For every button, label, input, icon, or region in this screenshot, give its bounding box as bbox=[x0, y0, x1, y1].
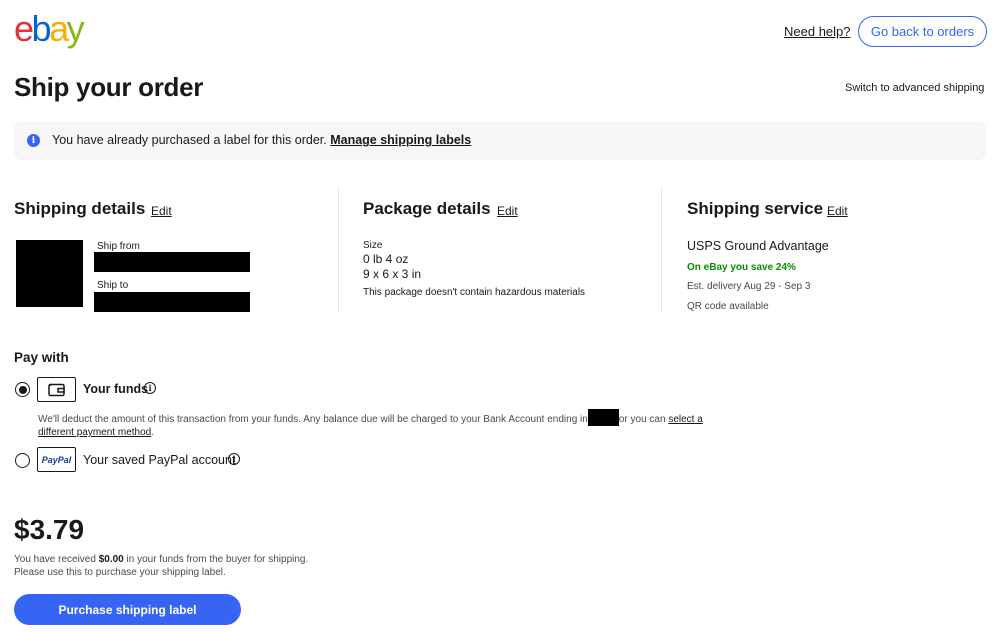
redacted-account-number bbox=[587, 409, 619, 426]
paypal-account-label: Your saved PayPal account bbox=[83, 453, 236, 467]
funds-desc-text: We'll deduct the amount of this transact… bbox=[38, 414, 588, 425]
redacted-image bbox=[16, 240, 83, 307]
service-name: USPS Ground Advantage bbox=[687, 239, 829, 253]
redacted-ship-to-address bbox=[94, 292, 250, 312]
radio-selected-dot bbox=[18, 385, 27, 394]
banner-text: You have already purchased a label for t… bbox=[52, 133, 331, 147]
shipping-details-edit-link[interactable]: Edit bbox=[151, 204, 172, 218]
wallet-icon bbox=[37, 377, 76, 402]
column-divider bbox=[661, 186, 662, 312]
logo-letter-a: a bbox=[49, 8, 69, 49]
column-divider bbox=[338, 186, 339, 312]
funds-info-icon[interactable]: i bbox=[144, 382, 156, 394]
package-details-title: Package details bbox=[363, 199, 491, 218]
logo-letter-y: y bbox=[66, 8, 85, 49]
manage-shipping-labels-link[interactable]: Manage shipping labels bbox=[330, 133, 471, 147]
recv-text-line2: Please use this to purchase your shippin… bbox=[14, 567, 226, 578]
label-price: $3.79 bbox=[14, 514, 85, 545]
purchase-shipping-label-button[interactable]: Purchase shipping label bbox=[14, 594, 241, 625]
funds-desc-text-2: or you can bbox=[618, 414, 669, 425]
package-dimensions: 9 x 6 x 3 in bbox=[363, 267, 422, 281]
package-details-edit-link[interactable]: Edit bbox=[497, 204, 518, 218]
paypal-logo-text: PayPal bbox=[41, 454, 72, 465]
banner-message: You have already purchased a label for t… bbox=[52, 133, 471, 147]
funds-radio[interactable] bbox=[15, 382, 30, 397]
ship-to-label: Ship to bbox=[97, 280, 129, 291]
recv-text-1: You have received bbox=[14, 554, 99, 565]
received-funds-text: You have received $0.00 in your funds fr… bbox=[14, 553, 308, 579]
logo-letter-e: e bbox=[14, 8, 34, 49]
funds-desc-end: . bbox=[151, 427, 154, 438]
hazardous-materials-note: This package doesn't contain hazardous m… bbox=[363, 287, 586, 298]
funds-description: We'll deduct the amount of this transact… bbox=[38, 409, 728, 439]
pay-with-title: Pay with bbox=[14, 350, 69, 365]
paypal-info-icon[interactable]: i bbox=[228, 453, 240, 465]
paypal-logo-icon: PayPal bbox=[37, 447, 76, 472]
savings-text: On eBay you save 24% bbox=[687, 262, 796, 273]
info-icon: i bbox=[27, 134, 40, 147]
switch-to-advanced-shipping-link[interactable]: Switch to advanced shipping bbox=[845, 82, 984, 94]
size-label: Size bbox=[363, 240, 383, 251]
ebay-logo[interactable]: e b a y bbox=[14, 8, 85, 49]
qr-code-available: QR code available bbox=[687, 301, 769, 312]
shipping-service-edit-link[interactable]: Edit bbox=[827, 204, 848, 218]
need-help-link[interactable]: Need help? bbox=[784, 24, 851, 39]
recv-text-2: in your funds from the buyer for shippin… bbox=[123, 554, 309, 565]
shipping-service-title: Shipping service bbox=[687, 199, 824, 218]
your-funds-label: Your funds bbox=[83, 382, 149, 396]
shipping-details-title: Shipping details bbox=[14, 199, 146, 218]
package-weight: 0 lb 4 oz bbox=[363, 252, 409, 266]
redacted-ship-from-address bbox=[94, 252, 250, 272]
recv-amount: $0.00 bbox=[98, 554, 124, 565]
estimated-delivery: Est. delivery Aug 29 - Sep 3 bbox=[687, 281, 811, 292]
logo-letter-b: b bbox=[31, 8, 52, 49]
page-title: Ship your order bbox=[14, 72, 204, 102]
paypal-radio[interactable] bbox=[15, 453, 30, 468]
ship-from-label: Ship from bbox=[97, 241, 140, 252]
go-back-to-orders-button[interactable]: Go back to orders bbox=[858, 16, 987, 47]
